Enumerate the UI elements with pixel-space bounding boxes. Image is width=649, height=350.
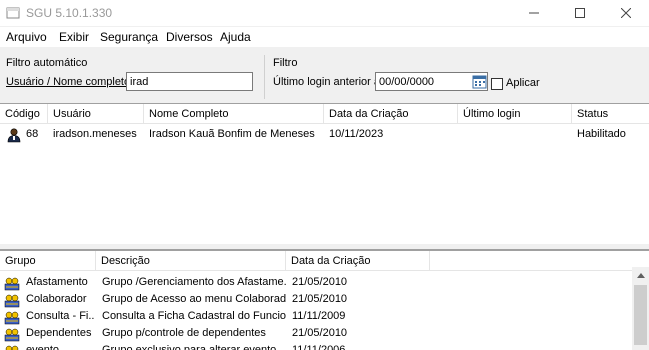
user-name-input[interactable] bbox=[126, 72, 253, 91]
close-icon bbox=[621, 8, 631, 18]
menu-diversos[interactable]: Diversos bbox=[166, 30, 213, 44]
group-icon bbox=[5, 345, 19, 350]
scroll-up-button[interactable] bbox=[632, 267, 649, 283]
user-usuario: iradson.meneses bbox=[53, 128, 137, 140]
col-data-criacao[interactable]: Data da Criação bbox=[324, 104, 458, 124]
menu-bar: Arquivo Exibir Segurança Diversos Ajuda bbox=[0, 27, 649, 47]
group-data: 11/11/2006 bbox=[292, 344, 346, 350]
group-descricao: Grupo de Acesso ao menu Colaborador bbox=[102, 293, 286, 305]
group-descricao: Grupo exclusivo para alterar evento... bbox=[102, 344, 286, 350]
user-name-label: Usuário / Nome completo: bbox=[6, 76, 134, 88]
group-descricao: Consulta a Ficha Cadastral do Funcio... bbox=[102, 310, 286, 322]
col-grupo-data-criacao[interactable]: Data da Criação bbox=[286, 251, 430, 271]
menu-arquivo[interactable]: Arquivo bbox=[6, 30, 47, 44]
group-grupo: Dependentes bbox=[26, 327, 92, 339]
group-icon bbox=[4, 328, 20, 342]
group-grupo: Afastamento bbox=[26, 276, 88, 288]
title-bar: SGU 5.10.1.330 bbox=[0, 0, 649, 26]
group-data: 21/05/2010 bbox=[292, 327, 348, 339]
window-title: SGU 5.10.1.330 bbox=[26, 6, 113, 20]
group-data: 21/05/2010 bbox=[292, 293, 348, 305]
group-grupo: evento bbox=[26, 344, 60, 350]
auto-filter-group-label: Filtro automático bbox=[6, 57, 88, 69]
groups-table: Grupo Descrição Data da Criação Afastame… bbox=[0, 250, 649, 350]
minimize-icon bbox=[529, 12, 539, 14]
col-descricao[interactable]: Descrição bbox=[96, 251, 286, 271]
filter-divider bbox=[264, 55, 265, 99]
user-nome: Iradson Kauã Bonfim de Meneses bbox=[149, 128, 315, 140]
col-usuario[interactable]: Usuário bbox=[48, 104, 144, 124]
apply-checkbox[interactable] bbox=[491, 78, 503, 90]
user-icon bbox=[7, 128, 21, 143]
col-grupo[interactable]: Grupo bbox=[0, 251, 96, 271]
maximize-icon bbox=[575, 8, 585, 18]
menu-ajuda[interactable]: Ajuda bbox=[220, 30, 251, 44]
minimize-button[interactable] bbox=[511, 0, 557, 26]
group-data: 11/11/2009 bbox=[292, 310, 346, 322]
group-grupo: Consulta - Fi... bbox=[26, 310, 94, 322]
maximize-button[interactable] bbox=[557, 0, 603, 26]
apply-label: Aplicar bbox=[506, 77, 540, 89]
group-descricao: Grupo /Gerenciamento dos Afastame... bbox=[102, 276, 286, 288]
chevron-up-icon bbox=[636, 272, 645, 278]
group-descricao: Grupo p/controle de dependentes bbox=[102, 327, 266, 339]
users-table: Código Usuário Nome Completo Data da Cri… bbox=[0, 103, 649, 244]
table-row[interactable]: evento Grupo exclusivo para alterar even… bbox=[0, 342, 649, 350]
menu-seguranca[interactable]: Segurança bbox=[100, 30, 158, 44]
last-login-label: Último login anterior à: bbox=[273, 76, 384, 88]
table-row[interactable]: Dependentes Grupo p/controle de dependen… bbox=[0, 325, 649, 342]
groups-scrollbar[interactable] bbox=[632, 267, 649, 350]
group-grupo: Colaborador bbox=[26, 293, 87, 305]
table-row[interactable]: 68 iradson.meneses Iradson Kauã Bonfim d… bbox=[0, 126, 649, 143]
close-button[interactable] bbox=[603, 0, 649, 26]
filter-group-label: Filtro bbox=[273, 57, 298, 69]
col-codigo[interactable]: Código bbox=[0, 104, 48, 124]
group-icon bbox=[4, 294, 20, 308]
filter-area: Filtro automático Usuário / Nome complet… bbox=[0, 47, 649, 102]
group-icon bbox=[4, 277, 20, 291]
user-codigo: 68 bbox=[26, 128, 39, 140]
groups-table-header: Grupo Descrição Data da Criação bbox=[0, 251, 649, 271]
table-row[interactable]: Colaborador Grupo de Acesso ao menu Cola… bbox=[0, 291, 649, 308]
group-icon bbox=[4, 311, 20, 325]
col-ultimo-login[interactable]: Último login bbox=[458, 104, 572, 124]
col-status[interactable]: Status bbox=[572, 104, 649, 124]
col-nome-completo[interactable]: Nome Completo bbox=[144, 104, 324, 124]
menu-exibir[interactable]: Exibir bbox=[59, 30, 89, 44]
user-status: Habilitado bbox=[577, 128, 626, 140]
app-icon bbox=[6, 7, 20, 19]
table-row[interactable]: Afastamento Grupo /Gerenciamento dos Afa… bbox=[0, 274, 649, 291]
calendar-icon[interactable] bbox=[472, 74, 487, 89]
scroll-thumb[interactable] bbox=[634, 285, 647, 345]
users-table-header: Código Usuário Nome Completo Data da Cri… bbox=[0, 104, 649, 124]
table-row[interactable]: Consulta - Fi... Consulta a Ficha Cadast… bbox=[0, 308, 649, 325]
user-data-criacao: 10/11/2023 bbox=[329, 128, 384, 140]
group-data: 21/05/2010 bbox=[292, 276, 348, 288]
